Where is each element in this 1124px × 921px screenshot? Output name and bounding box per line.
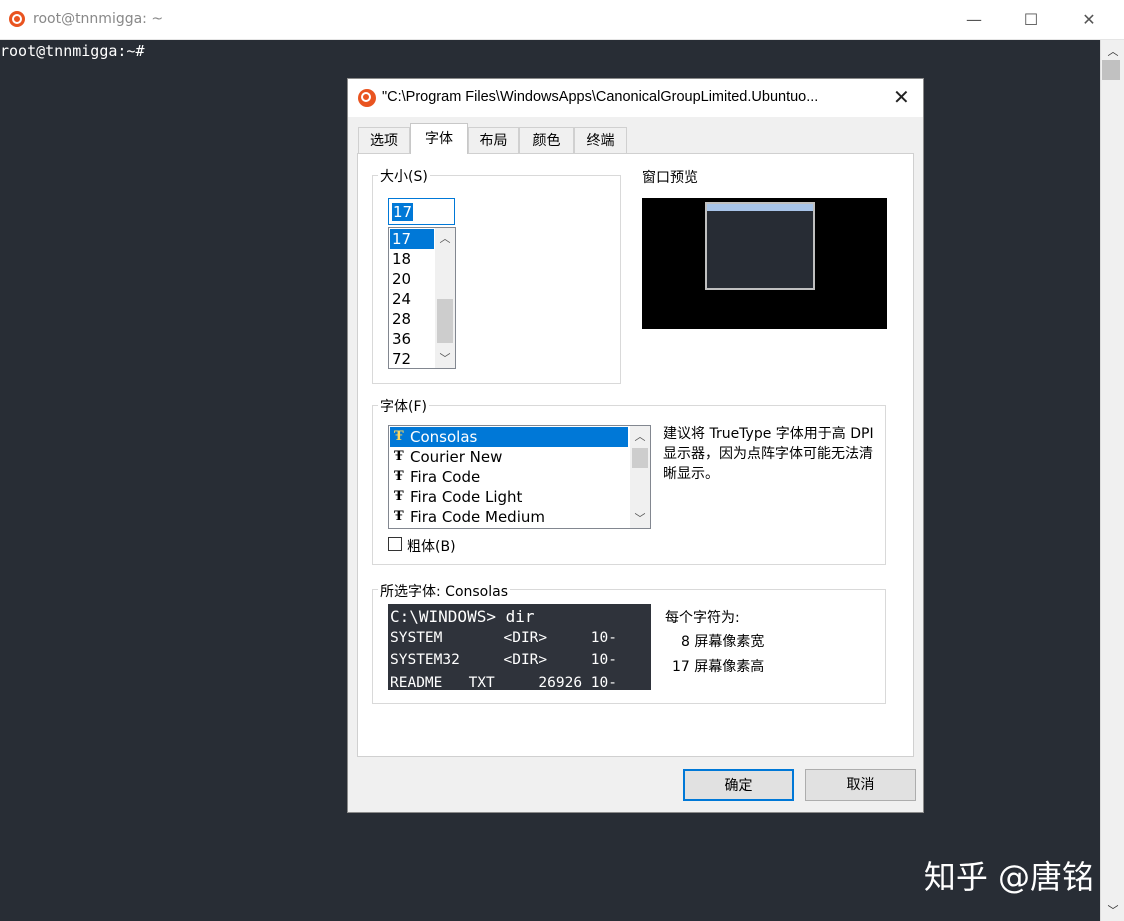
size-list-scroll-thumb[interactable] — [437, 299, 453, 343]
tab-terminal[interactable]: 终端 — [574, 127, 627, 153]
watermark: 知乎 @唐铭 — [923, 858, 1094, 896]
font-option[interactable]: Ŧ Courier New — [390, 447, 628, 467]
scroll-up-icon[interactable]: ︿ — [435, 230, 455, 246]
terminal-titlebar: root@tnnmigga: ~ — ☐ ✕ — [0, 0, 1124, 40]
truetype-icon: Ŧ — [394, 469, 404, 484]
truetype-icon: Ŧ — [394, 509, 404, 524]
ubuntu-icon — [9, 11, 25, 27]
truetype-icon: Ŧ — [394, 429, 404, 444]
properties-dialog: "C:\Program Files\WindowsApps\CanonicalG… — [347, 78, 924, 813]
maximize-button[interactable]: ☐ — [1008, 0, 1054, 39]
sample-line: SYSTEM <DIR> 10- — [390, 630, 617, 646]
preview-window — [705, 202, 815, 290]
size-list-scrollbar[interactable]: ︿ ﹀ — [435, 228, 455, 368]
bold-label[interactable]: 粗体(B) — [407, 536, 456, 556]
font-option[interactable]: Ŧ Fira Code Light — [390, 487, 628, 507]
scroll-up-icon[interactable]: ︿ — [630, 428, 650, 444]
font-group-label: 字体(F) — [378, 396, 429, 416]
size-list[interactable]: 17 18 20 24 28 36 72 ︿ ﹀ — [388, 227, 456, 369]
sample-line: C:\WINDOWS> dir — [390, 607, 535, 626]
size-option[interactable]: 72 — [390, 349, 434, 368]
sample-line: README TXT 26926 10- — [390, 675, 617, 690]
scroll-down-icon[interactable]: ﹀ — [630, 510, 650, 526]
char-width-info: 8 屏幕像素宽 — [681, 634, 765, 650]
size-input[interactable]: 17 — [388, 198, 455, 225]
truetype-hint: 建议将 TrueType 字体用于高 DPI 显示器，因为点阵字体可能无法清晰显… — [663, 426, 874, 482]
char-size-title: 每个字符为: — [665, 610, 740, 626]
font-option[interactable]: Ŧ Consolas — [390, 427, 628, 447]
size-option[interactable]: 24 — [390, 289, 434, 309]
scroll-down-icon[interactable]: ﹀ — [1101, 902, 1124, 918]
tab-colors[interactable]: 颜色 — [519, 127, 574, 153]
preview-titlebar — [707, 204, 813, 211]
size-option[interactable]: 28 — [390, 309, 434, 329]
font-list[interactable]: Ŧ Consolas Ŧ Courier New Ŧ Fira Code Ŧ Fira … — [388, 425, 651, 529]
truetype-icon: Ŧ — [394, 489, 404, 504]
window-preview — [642, 198, 887, 329]
size-option[interactable]: 20 — [390, 269, 434, 289]
size-input-value: 17 — [392, 203, 414, 221]
char-height-info: 17 屏幕像素高 — [672, 659, 765, 675]
font-option[interactable]: Ŧ Fira Code Medium — [390, 507, 628, 527]
size-group-label: 大小(S) — [378, 166, 430, 186]
dialog-title: "C:\Program Files\WindowsApps\CanonicalG… — [382, 89, 819, 105]
sample-line: SYSTEM32 <DIR> 10- — [390, 652, 617, 668]
selected-font-label: 所选字体: Consolas — [378, 581, 511, 601]
font-list-scroll-thumb[interactable] — [632, 448, 648, 468]
truetype-icon: Ŧ — [394, 449, 404, 464]
terminal-scroll-thumb[interactable] — [1102, 60, 1120, 80]
terminal-scrollbar[interactable]: ︿ ﹀ — [1100, 40, 1124, 921]
font-sample: C:\WINDOWS> dir SYSTEM <DIR> 10- SYSTEM3… — [388, 604, 651, 690]
dialog-titlebar: "C:\Program Files\WindowsApps\CanonicalG… — [348, 79, 923, 117]
tab-font[interactable]: 字体 — [410, 123, 468, 154]
bold-checkbox[interactable] — [388, 537, 402, 551]
size-option[interactable]: 17 — [390, 229, 434, 249]
close-button[interactable]: ✕ — [1066, 0, 1112, 39]
tab-layout[interactable]: 布局 — [468, 127, 519, 153]
ok-button[interactable]: 确定 — [683, 769, 794, 801]
font-list-scrollbar[interactable]: ︿ ﹀ — [630, 426, 650, 528]
scroll-down-icon[interactable]: ﹀ — [435, 350, 455, 366]
cancel-button[interactable]: 取消 — [805, 769, 916, 801]
font-option[interactable]: Ŧ Fira Code — [390, 467, 628, 487]
terminal-prompt: root@tnnmigga:~# — [0, 42, 145, 60]
preview-label: 窗口预览 — [642, 170, 698, 186]
size-option[interactable]: 36 — [390, 329, 434, 349]
size-option[interactable]: 18 — [390, 249, 434, 269]
terminal-title: root@tnnmigga: ~ — [33, 11, 164, 27]
dialog-close-button[interactable]: ✕ — [893, 85, 910, 109]
scroll-up-icon[interactable]: ︿ — [1101, 43, 1124, 59]
ubuntu-icon — [358, 89, 376, 107]
minimize-button[interactable]: — — [951, 0, 997, 39]
tab-options[interactable]: 选项 — [358, 127, 410, 153]
